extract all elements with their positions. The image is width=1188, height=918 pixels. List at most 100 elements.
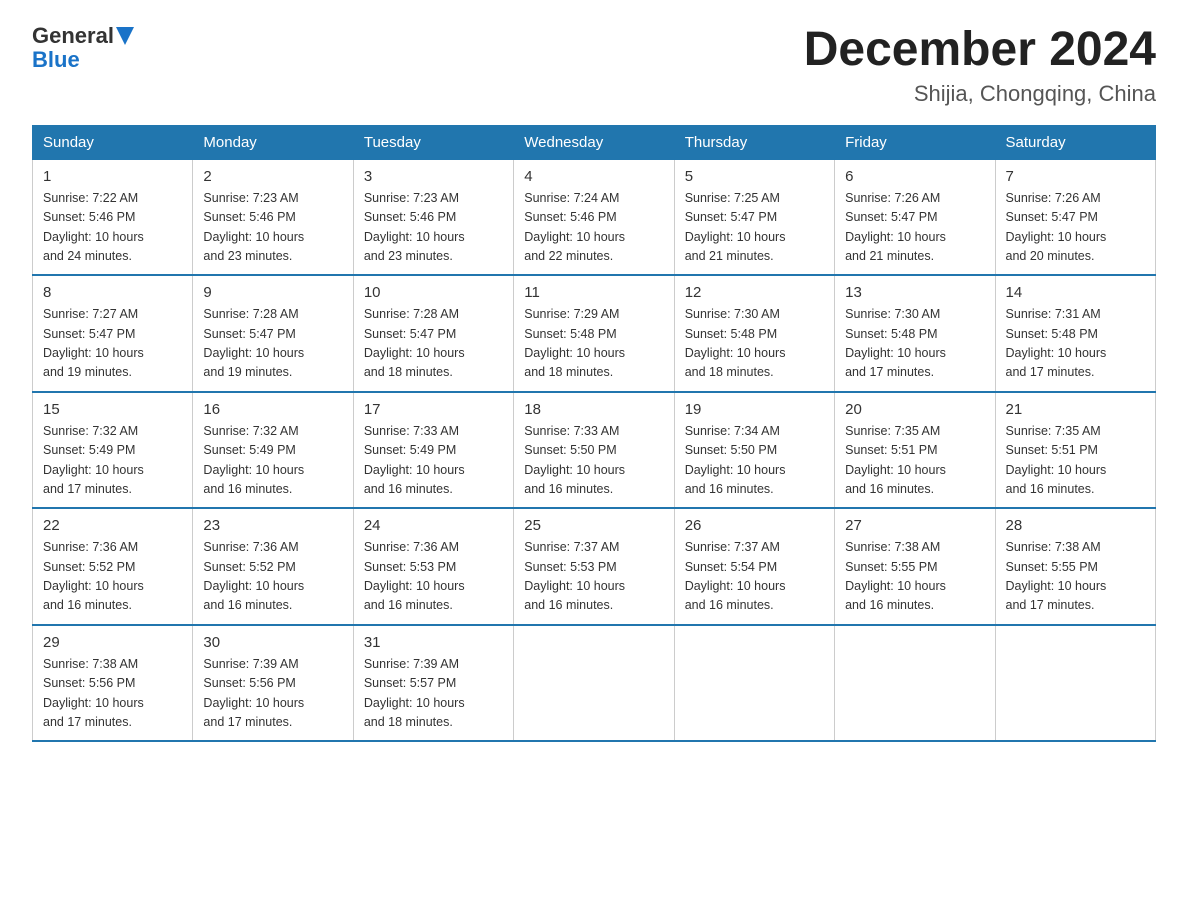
logo-text-general: General — [32, 24, 114, 48]
day-info: Sunrise: 7:38 AMSunset: 5:55 PMDaylight:… — [845, 538, 984, 616]
table-row: 28 Sunrise: 7:38 AMSunset: 5:55 PMDaylig… — [995, 508, 1155, 625]
day-number: 24 — [364, 517, 503, 534]
table-row: 10 Sunrise: 7:28 AMSunset: 5:47 PMDaylig… — [353, 275, 513, 392]
table-row — [995, 625, 1155, 742]
day-number: 5 — [685, 168, 824, 185]
day-info: Sunrise: 7:35 AMSunset: 5:51 PMDaylight:… — [1006, 422, 1145, 500]
day-number: 23 — [203, 517, 342, 534]
table-row: 20 Sunrise: 7:35 AMSunset: 5:51 PMDaylig… — [835, 392, 995, 509]
calendar-week-row: 8 Sunrise: 7:27 AMSunset: 5:47 PMDayligh… — [33, 275, 1156, 392]
table-row: 21 Sunrise: 7:35 AMSunset: 5:51 PMDaylig… — [995, 392, 1155, 509]
day-info: Sunrise: 7:37 AMSunset: 5:53 PMDaylight:… — [524, 538, 663, 616]
day-number: 17 — [364, 401, 503, 418]
day-number: 21 — [1006, 401, 1145, 418]
table-row: 14 Sunrise: 7:31 AMSunset: 5:48 PMDaylig… — [995, 275, 1155, 392]
table-row: 1 Sunrise: 7:22 AMSunset: 5:46 PMDayligh… — [33, 159, 193, 275]
day-number: 25 — [524, 517, 663, 534]
day-info: Sunrise: 7:33 AMSunset: 5:49 PMDaylight:… — [364, 422, 503, 500]
day-info: Sunrise: 7:34 AMSunset: 5:50 PMDaylight:… — [685, 422, 824, 500]
day-number: 18 — [524, 401, 663, 418]
table-row: 9 Sunrise: 7:28 AMSunset: 5:47 PMDayligh… — [193, 275, 353, 392]
location: Shijia, Chongqing, China — [804, 81, 1156, 107]
table-row: 4 Sunrise: 7:24 AMSunset: 5:46 PMDayligh… — [514, 159, 674, 275]
col-thursday: Thursday — [674, 125, 834, 159]
table-row: 15 Sunrise: 7:32 AMSunset: 5:49 PMDaylig… — [33, 392, 193, 509]
table-row: 24 Sunrise: 7:36 AMSunset: 5:53 PMDaylig… — [353, 508, 513, 625]
logo: General Blue — [32, 24, 134, 72]
day-number: 27 — [845, 517, 984, 534]
table-row: 5 Sunrise: 7:25 AMSunset: 5:47 PMDayligh… — [674, 159, 834, 275]
day-number: 19 — [685, 401, 824, 418]
table-row: 16 Sunrise: 7:32 AMSunset: 5:49 PMDaylig… — [193, 392, 353, 509]
table-row: 17 Sunrise: 7:33 AMSunset: 5:49 PMDaylig… — [353, 392, 513, 509]
day-info: Sunrise: 7:28 AMSunset: 5:47 PMDaylight:… — [203, 305, 342, 383]
table-row — [674, 625, 834, 742]
logo-text-blue: Blue — [32, 48, 80, 72]
day-number: 7 — [1006, 168, 1145, 185]
calendar-table: Sunday Monday Tuesday Wednesday Thursday… — [32, 125, 1156, 743]
page-header: General Blue December 2024 Shijia, Chong… — [32, 24, 1156, 107]
day-number: 12 — [685, 284, 824, 301]
day-info: Sunrise: 7:25 AMSunset: 5:47 PMDaylight:… — [685, 189, 824, 267]
day-info: Sunrise: 7:36 AMSunset: 5:52 PMDaylight:… — [43, 538, 182, 616]
calendar-week-row: 29 Sunrise: 7:38 AMSunset: 5:56 PMDaylig… — [33, 625, 1156, 742]
day-info: Sunrise: 7:27 AMSunset: 5:47 PMDaylight:… — [43, 305, 182, 383]
day-info: Sunrise: 7:32 AMSunset: 5:49 PMDaylight:… — [203, 422, 342, 500]
day-number: 29 — [43, 634, 182, 651]
table-row: 29 Sunrise: 7:38 AMSunset: 5:56 PMDaylig… — [33, 625, 193, 742]
table-row: 7 Sunrise: 7:26 AMSunset: 5:47 PMDayligh… — [995, 159, 1155, 275]
table-row: 19 Sunrise: 7:34 AMSunset: 5:50 PMDaylig… — [674, 392, 834, 509]
table-row: 26 Sunrise: 7:37 AMSunset: 5:54 PMDaylig… — [674, 508, 834, 625]
day-info: Sunrise: 7:38 AMSunset: 5:55 PMDaylight:… — [1006, 538, 1145, 616]
table-row: 30 Sunrise: 7:39 AMSunset: 5:56 PMDaylig… — [193, 625, 353, 742]
day-number: 20 — [845, 401, 984, 418]
calendar-week-row: 15 Sunrise: 7:32 AMSunset: 5:49 PMDaylig… — [33, 392, 1156, 509]
calendar-week-row: 1 Sunrise: 7:22 AMSunset: 5:46 PMDayligh… — [33, 159, 1156, 275]
table-row: 31 Sunrise: 7:39 AMSunset: 5:57 PMDaylig… — [353, 625, 513, 742]
day-number: 9 — [203, 284, 342, 301]
day-number: 11 — [524, 284, 663, 301]
day-info: Sunrise: 7:26 AMSunset: 5:47 PMDaylight:… — [1006, 189, 1145, 267]
day-info: Sunrise: 7:35 AMSunset: 5:51 PMDaylight:… — [845, 422, 984, 500]
month-title: December 2024 — [804, 24, 1156, 77]
day-info: Sunrise: 7:39 AMSunset: 5:57 PMDaylight:… — [364, 655, 503, 733]
day-number: 28 — [1006, 517, 1145, 534]
day-info: Sunrise: 7:30 AMSunset: 5:48 PMDaylight:… — [845, 305, 984, 383]
day-info: Sunrise: 7:26 AMSunset: 5:47 PMDaylight:… — [845, 189, 984, 267]
table-row: 13 Sunrise: 7:30 AMSunset: 5:48 PMDaylig… — [835, 275, 995, 392]
day-number: 13 — [845, 284, 984, 301]
day-number: 6 — [845, 168, 984, 185]
calendar-week-row: 22 Sunrise: 7:36 AMSunset: 5:52 PMDaylig… — [33, 508, 1156, 625]
day-info: Sunrise: 7:28 AMSunset: 5:47 PMDaylight:… — [364, 305, 503, 383]
day-info: Sunrise: 7:31 AMSunset: 5:48 PMDaylight:… — [1006, 305, 1145, 383]
day-number: 15 — [43, 401, 182, 418]
day-number: 4 — [524, 168, 663, 185]
day-info: Sunrise: 7:22 AMSunset: 5:46 PMDaylight:… — [43, 189, 182, 267]
table-row: 6 Sunrise: 7:26 AMSunset: 5:47 PMDayligh… — [835, 159, 995, 275]
day-info: Sunrise: 7:36 AMSunset: 5:52 PMDaylight:… — [203, 538, 342, 616]
day-number: 22 — [43, 517, 182, 534]
day-info: Sunrise: 7:29 AMSunset: 5:48 PMDaylight:… — [524, 305, 663, 383]
day-number: 31 — [364, 634, 503, 651]
day-number: 16 — [203, 401, 342, 418]
day-info: Sunrise: 7:37 AMSunset: 5:54 PMDaylight:… — [685, 538, 824, 616]
col-friday: Friday — [835, 125, 995, 159]
table-row — [835, 625, 995, 742]
day-number: 3 — [364, 168, 503, 185]
table-row: 8 Sunrise: 7:27 AMSunset: 5:47 PMDayligh… — [33, 275, 193, 392]
col-saturday: Saturday — [995, 125, 1155, 159]
title-section: December 2024 Shijia, Chongqing, China — [804, 24, 1156, 107]
table-row: 23 Sunrise: 7:36 AMSunset: 5:52 PMDaylig… — [193, 508, 353, 625]
col-tuesday: Tuesday — [353, 125, 513, 159]
day-number: 30 — [203, 634, 342, 651]
day-number: 14 — [1006, 284, 1145, 301]
day-info: Sunrise: 7:23 AMSunset: 5:46 PMDaylight:… — [364, 189, 503, 267]
col-monday: Monday — [193, 125, 353, 159]
table-row: 25 Sunrise: 7:37 AMSunset: 5:53 PMDaylig… — [514, 508, 674, 625]
day-number: 1 — [43, 168, 182, 185]
calendar-header-row: Sunday Monday Tuesday Wednesday Thursday… — [33, 125, 1156, 159]
table-row: 22 Sunrise: 7:36 AMSunset: 5:52 PMDaylig… — [33, 508, 193, 625]
table-row — [514, 625, 674, 742]
day-info: Sunrise: 7:30 AMSunset: 5:48 PMDaylight:… — [685, 305, 824, 383]
day-info: Sunrise: 7:38 AMSunset: 5:56 PMDaylight:… — [43, 655, 182, 733]
